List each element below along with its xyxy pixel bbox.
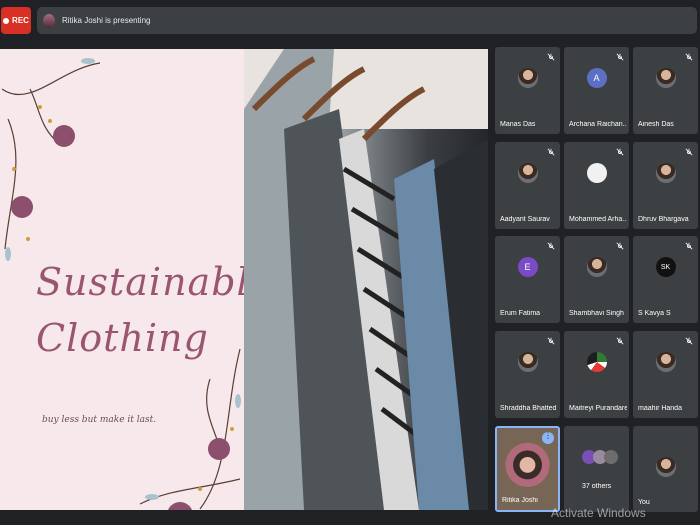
- participant-name: Erum Fatima: [500, 310, 541, 317]
- rec-label: REC: [12, 16, 29, 25]
- mic-off-icon: [547, 53, 555, 61]
- avatar: [517, 68, 538, 89]
- clothing-rack-photo: [244, 49, 488, 510]
- participant-name: Mohammed Arha...: [569, 216, 627, 223]
- avatar: [517, 352, 538, 373]
- avatar: E: [517, 257, 538, 278]
- slide-text-panel: Sustainable Clothing buy less but make i…: [0, 49, 272, 510]
- participant-tile[interactable]: Mohammed Arha...: [564, 142, 629, 229]
- hanging-clothes-image: [244, 49, 488, 510]
- participant-tile[interactable]: SK S Kavya S: [633, 236, 698, 323]
- slide-title: Sustainable Clothing: [36, 254, 273, 366]
- mic-off-icon: [616, 53, 624, 61]
- participant-tile[interactable]: Maitreyi Purandare: [564, 331, 629, 418]
- presenter-tile[interactable]: ⋮ Ritika Joshi: [495, 426, 560, 512]
- mic-off-icon: [685, 148, 693, 156]
- shared-presentation: Sustainable Clothing buy less but make i…: [0, 49, 488, 510]
- participant-tile[interactable]: maahir Handa: [633, 331, 698, 418]
- mic-off-icon: [685, 337, 693, 345]
- mic-off-icon: [547, 148, 555, 156]
- others-count: 37 others: [582, 483, 612, 490]
- participant-name: Shraddha Bhatted: [500, 405, 557, 412]
- mic-off-icon: [547, 242, 555, 250]
- participant-tile[interactable]: Aadyant Saurav: [495, 142, 560, 229]
- participant-name: S Kavya S: [638, 310, 671, 317]
- others-tile[interactable]: 37 others: [564, 426, 629, 512]
- participant-name: Aadyant Saurav: [500, 216, 550, 223]
- presenting-text: Ritika Joshi is presenting: [62, 16, 151, 25]
- slide-tagline: buy less but make it last.: [42, 415, 157, 425]
- avatar: [586, 163, 607, 184]
- mic-off-icon: [616, 148, 624, 156]
- avatar: [586, 257, 607, 278]
- avatar: SK: [655, 257, 676, 278]
- mic-off-icon: [685, 53, 693, 61]
- avatar: [655, 457, 676, 478]
- participant-tile[interactable]: E Erum Fatima: [495, 236, 560, 323]
- more-options-icon[interactable]: ⋮: [542, 432, 554, 444]
- participant-tile[interactable]: Dhruv Bhargava: [633, 142, 698, 229]
- participant-name: Manas Das: [500, 121, 536, 128]
- participant-name: maahir Handa: [638, 405, 682, 412]
- record-dot-icon: [3, 17, 10, 24]
- presenter-avatar: [43, 13, 55, 28]
- presenting-banner: Ritika Joshi is presenting: [37, 7, 697, 34]
- mic-off-icon: [685, 242, 693, 250]
- participant-name: Archana Raichan...: [569, 121, 627, 128]
- avatar: [655, 163, 676, 184]
- participant-tile[interactable]: Ainesh Das: [633, 47, 698, 134]
- mic-off-icon: [616, 242, 624, 250]
- participant-tile[interactable]: Manas Das: [495, 47, 560, 134]
- self-tile[interactable]: You: [633, 426, 698, 512]
- avatar: A: [586, 68, 607, 89]
- participant-name: Ainesh Das: [638, 121, 674, 128]
- participant-tile[interactable]: Shraddha Bhatted: [495, 331, 560, 418]
- avatar: [655, 68, 676, 89]
- participant-name: Shambhavi Singh: [569, 310, 624, 317]
- activate-windows-watermark: Activate Windows: [551, 506, 646, 520]
- others-avatars: [582, 450, 618, 464]
- participant-tile[interactable]: Shambhavi Singh: [564, 236, 629, 323]
- mic-off-icon: [616, 337, 624, 345]
- recording-indicator[interactable]: REC: [1, 7, 31, 34]
- participant-name: Maitreyi Purandare: [569, 405, 627, 412]
- avatar: [517, 163, 538, 184]
- avatar: [586, 352, 607, 373]
- participant-tile[interactable]: A Archana Raichan...: [564, 47, 629, 134]
- participant-name: Dhruv Bhargava: [638, 216, 689, 223]
- slide-title-line2: Clothing: [36, 316, 209, 360]
- participant-name: You: [638, 499, 650, 506]
- avatar: [655, 352, 676, 373]
- participant-name: Ritika Joshi: [502, 497, 538, 504]
- mic-off-icon: [547, 337, 555, 345]
- slide-title-line1: Sustainable: [36, 260, 274, 304]
- meet-window: REC Ritika Joshi is presenting Sustainab…: [0, 0, 700, 525]
